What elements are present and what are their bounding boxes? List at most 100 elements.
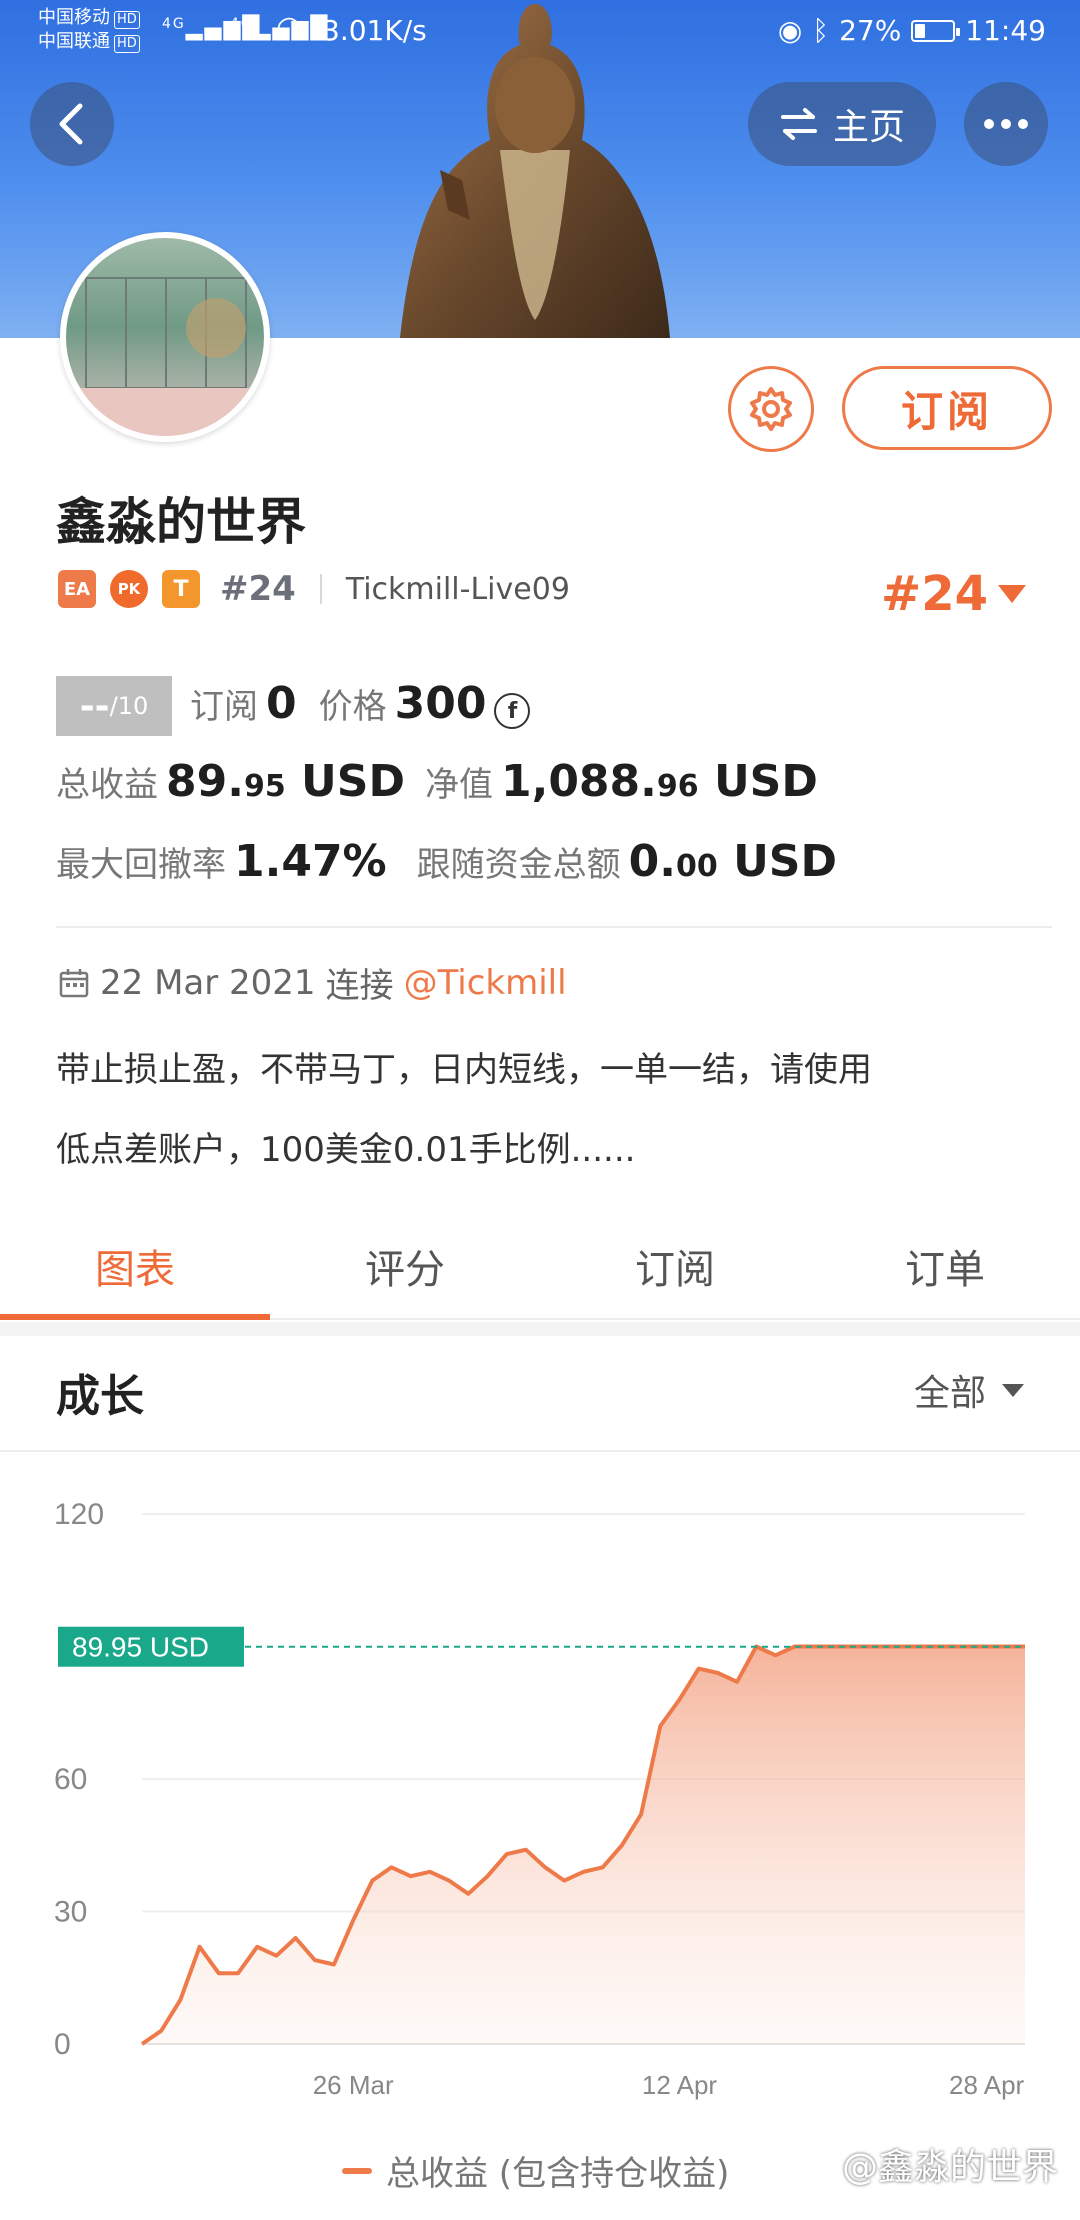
network-speed: 3.01K/s bbox=[322, 14, 427, 47]
follow-label: 跟随资金总额 bbox=[416, 845, 621, 885]
watermark: @鑫淼的世界 bbox=[841, 2147, 1058, 2188]
chart-legend: 总收益 (包含持仓收益) bbox=[342, 2146, 729, 2195]
settings-button[interactable] bbox=[728, 366, 814, 452]
net-type-1: 4G bbox=[162, 16, 186, 32]
more-dot bbox=[1001, 119, 1011, 129]
date-row: 22 Mar 2021 连接 @Tickmill bbox=[58, 958, 567, 1007]
ea-badge[interactable]: EA bbox=[58, 570, 96, 608]
clock: 11:49 bbox=[965, 14, 1046, 47]
drawdown-value: 1.47% bbox=[234, 836, 387, 887]
battery-level bbox=[915, 23, 926, 38]
range-filter[interactable]: 全部 bbox=[914, 1364, 1024, 1416]
follow-unit: USD bbox=[733, 836, 838, 887]
rank-small: #24 bbox=[220, 569, 296, 609]
total-profit-int: 89. bbox=[166, 756, 244, 807]
gear-icon bbox=[750, 387, 792, 431]
description-line-2: 低点差账户，100美金0.01手比例...... bbox=[56, 1130, 636, 1170]
y-tick-label: 120 bbox=[54, 1498, 104, 1531]
battery-icon bbox=[911, 19, 961, 42]
home-button[interactable]: 主页 bbox=[748, 82, 936, 166]
chevron-left-icon bbox=[59, 103, 83, 145]
battery-percent: 27% bbox=[839, 14, 902, 47]
equity-dec: 96 bbox=[656, 769, 699, 804]
rank-big: #24 bbox=[880, 566, 988, 622]
tab-subscribe[interactable]: 订阅 bbox=[540, 1214, 810, 1318]
more-button[interactable] bbox=[964, 82, 1048, 166]
carrier-1: 中国移动 bbox=[38, 7, 110, 28]
score-value: -- bbox=[79, 685, 110, 727]
home-label: 主页 bbox=[832, 107, 905, 148]
subscribe-label: 订阅 bbox=[190, 686, 258, 727]
t-badge[interactable]: T bbox=[162, 570, 200, 608]
equity-value: 1,088.96 USD bbox=[501, 756, 818, 807]
score-box: --/10 bbox=[56, 676, 172, 736]
legend-swatch bbox=[342, 2167, 372, 2174]
price-label: 价格 bbox=[318, 686, 387, 727]
broker-name: Tickmill-Live09 bbox=[345, 571, 570, 607]
chevron-down-icon bbox=[1002, 1383, 1024, 1397]
follow-value: 0.00 USD bbox=[629, 836, 837, 887]
legend-label: 总收益 (包含持仓收益) bbox=[386, 2154, 730, 2194]
description: 带止损止盈，不带马丁，日内短线，一单一结，请使用 低点差账户，100美金0.01… bbox=[56, 1030, 1036, 1190]
equity-label: 净值 bbox=[424, 765, 493, 805]
back-button[interactable] bbox=[30, 82, 114, 166]
tab-chart[interactable]: 图表 bbox=[0, 1214, 270, 1320]
status-bar: 中国移动 HD 中国联通 HD 4G▂▄▆█ 4G▂▄▆█ ◠ 3.01K/s ◉ … bbox=[0, 0, 1080, 64]
wifi-icon: ◠ bbox=[276, 10, 305, 45]
chevron-down-icon bbox=[998, 585, 1026, 603]
y-tick-label: 60 bbox=[54, 1763, 87, 1796]
equity-unit: USD bbox=[713, 756, 818, 807]
carrier-2: 中国联通 bbox=[38, 31, 110, 52]
divider bbox=[319, 574, 322, 604]
pk-badge[interactable]: PK bbox=[110, 570, 148, 608]
x-tick-label: 28 Apr bbox=[949, 2070, 1025, 2100]
bluetooth-icon: ᛒ bbox=[812, 14, 830, 47]
total-profit-unit: USD bbox=[301, 756, 405, 807]
rank-dropdown[interactable]: #24 bbox=[881, 566, 1026, 622]
calendar-icon bbox=[59, 968, 89, 997]
tab-bar: 图表 评分 订阅 订单 bbox=[0, 1214, 1080, 1320]
equity-int: 1,088. bbox=[500, 756, 657, 807]
total-profit-dec: 95 bbox=[243, 769, 286, 804]
more-dot bbox=[1018, 119, 1028, 129]
price-value: 300 bbox=[394, 677, 487, 729]
description-line-1: 带止损止盈，不带马丁，日内短线，一单一结，请使用 bbox=[56, 1050, 872, 1090]
growth-title: 成长 bbox=[56, 1371, 144, 1422]
net-type-2: 4G bbox=[230, 16, 254, 32]
total-profit-label: 总收益 bbox=[56, 765, 158, 805]
follow-dec: 00 bbox=[676, 849, 718, 884]
hd-badge-2: HD bbox=[114, 35, 140, 53]
subscribe-count: 0 bbox=[266, 677, 297, 729]
section-gap bbox=[0, 1322, 1080, 1336]
hd-badge-1: HD bbox=[114, 11, 140, 29]
broker-link[interactable]: @Tickmill bbox=[404, 963, 567, 1003]
switch-icon bbox=[780, 108, 817, 140]
stats-row-1: --/10 订阅 0 价格 300 f bbox=[56, 676, 531, 736]
stats-row-2: 总收益 89.95 USD 净值 1,088.96 USD bbox=[56, 756, 828, 807]
page-title: 鑫淼的世界 bbox=[56, 493, 306, 551]
avatar-image bbox=[66, 277, 264, 436]
follow-int: 0. bbox=[628, 836, 676, 887]
y-tick-label: 30 bbox=[54, 1896, 87, 1929]
score-max: /10 bbox=[109, 692, 149, 720]
x-tick-label: 12 Apr bbox=[642, 2070, 718, 2100]
drawdown-label: 最大回撤率 bbox=[56, 845, 226, 885]
more-dot bbox=[984, 119, 994, 129]
growth-area bbox=[142, 1646, 1025, 2044]
badge-row: EA PK T #24 Tickmill-Live09 bbox=[58, 566, 570, 612]
status-right: ◉ ᛒ 27% 11:49 bbox=[778, 14, 1046, 47]
tab-rating[interactable]: 评分 bbox=[270, 1214, 540, 1318]
eye-icon: ◉ bbox=[777, 14, 803, 47]
carrier-info: 中国移动 HD 中国联通 HD bbox=[38, 6, 140, 54]
avatar[interactable] bbox=[60, 232, 270, 442]
total-profit-value: 89.95 USD bbox=[166, 756, 405, 807]
y-tick-label: 0 bbox=[54, 2028, 71, 2061]
date-text: 22 Mar 2021 bbox=[100, 962, 316, 1003]
range-filter-label: 全部 bbox=[913, 1373, 986, 1414]
x-tick-label: 26 Mar bbox=[313, 2070, 394, 2100]
subscribe-button[interactable]: 订阅 bbox=[842, 366, 1052, 450]
growth-chart: 0 30 60 120 26 Mar 12 Apr 28 Apr 89.95 USD bbox=[54, 1498, 1025, 2100]
tab-orders[interactable]: 订单 bbox=[810, 1214, 1080, 1318]
current-value-label: 89.95 USD bbox=[72, 1632, 209, 1663]
coin-icon: f bbox=[494, 693, 531, 729]
